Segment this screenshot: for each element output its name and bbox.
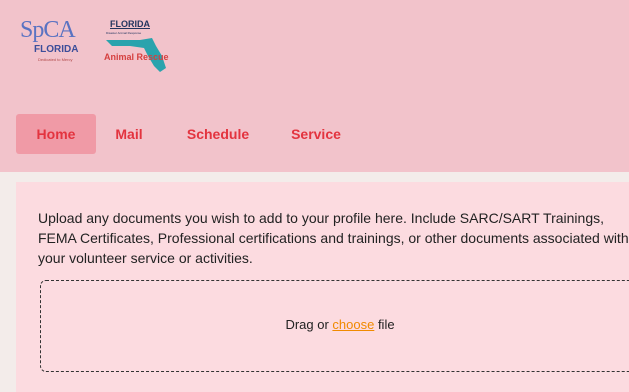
choose-file-link[interactable]: choose: [332, 317, 374, 332]
spca-logo-subtitle: FLORIDA: [34, 44, 79, 55]
spca-logo-mark: SpCA: [20, 17, 76, 43]
upload-panel: Upload any documents you wish to add to …: [16, 182, 629, 392]
far-logo-title: FLORIDA: [110, 19, 150, 29]
file-dropzone[interactable]: Drag or choose file: [40, 280, 629, 372]
spca-logo-tagline: Dedicated to Mercy: [38, 57, 73, 62]
nav-home[interactable]: Home: [16, 114, 96, 154]
nav-mail[interactable]: Mail: [106, 114, 152, 154]
nav-schedule[interactable]: Schedule: [178, 114, 258, 154]
far-logo-subtitle: Disaster Animal Response: [106, 31, 142, 35]
dropzone-suffix: file: [374, 317, 395, 332]
dropzone-prefix: Drag or: [285, 317, 333, 332]
site-header: SpCA FLORIDA Dedicated to Mercy FLORIDA …: [0, 0, 629, 172]
florida-animal-rescue-logo[interactable]: FLORIDA Disaster Animal Response Animal …: [100, 16, 180, 74]
nav-service[interactable]: Service: [280, 114, 352, 154]
upload-instructions: Upload any documents you wish to add to …: [38, 210, 629, 266]
spca-florida-logo[interactable]: SpCA FLORIDA Dedicated to Mercy: [14, 18, 90, 68]
far-logo-name: Animal Rescue: [104, 52, 169, 62]
